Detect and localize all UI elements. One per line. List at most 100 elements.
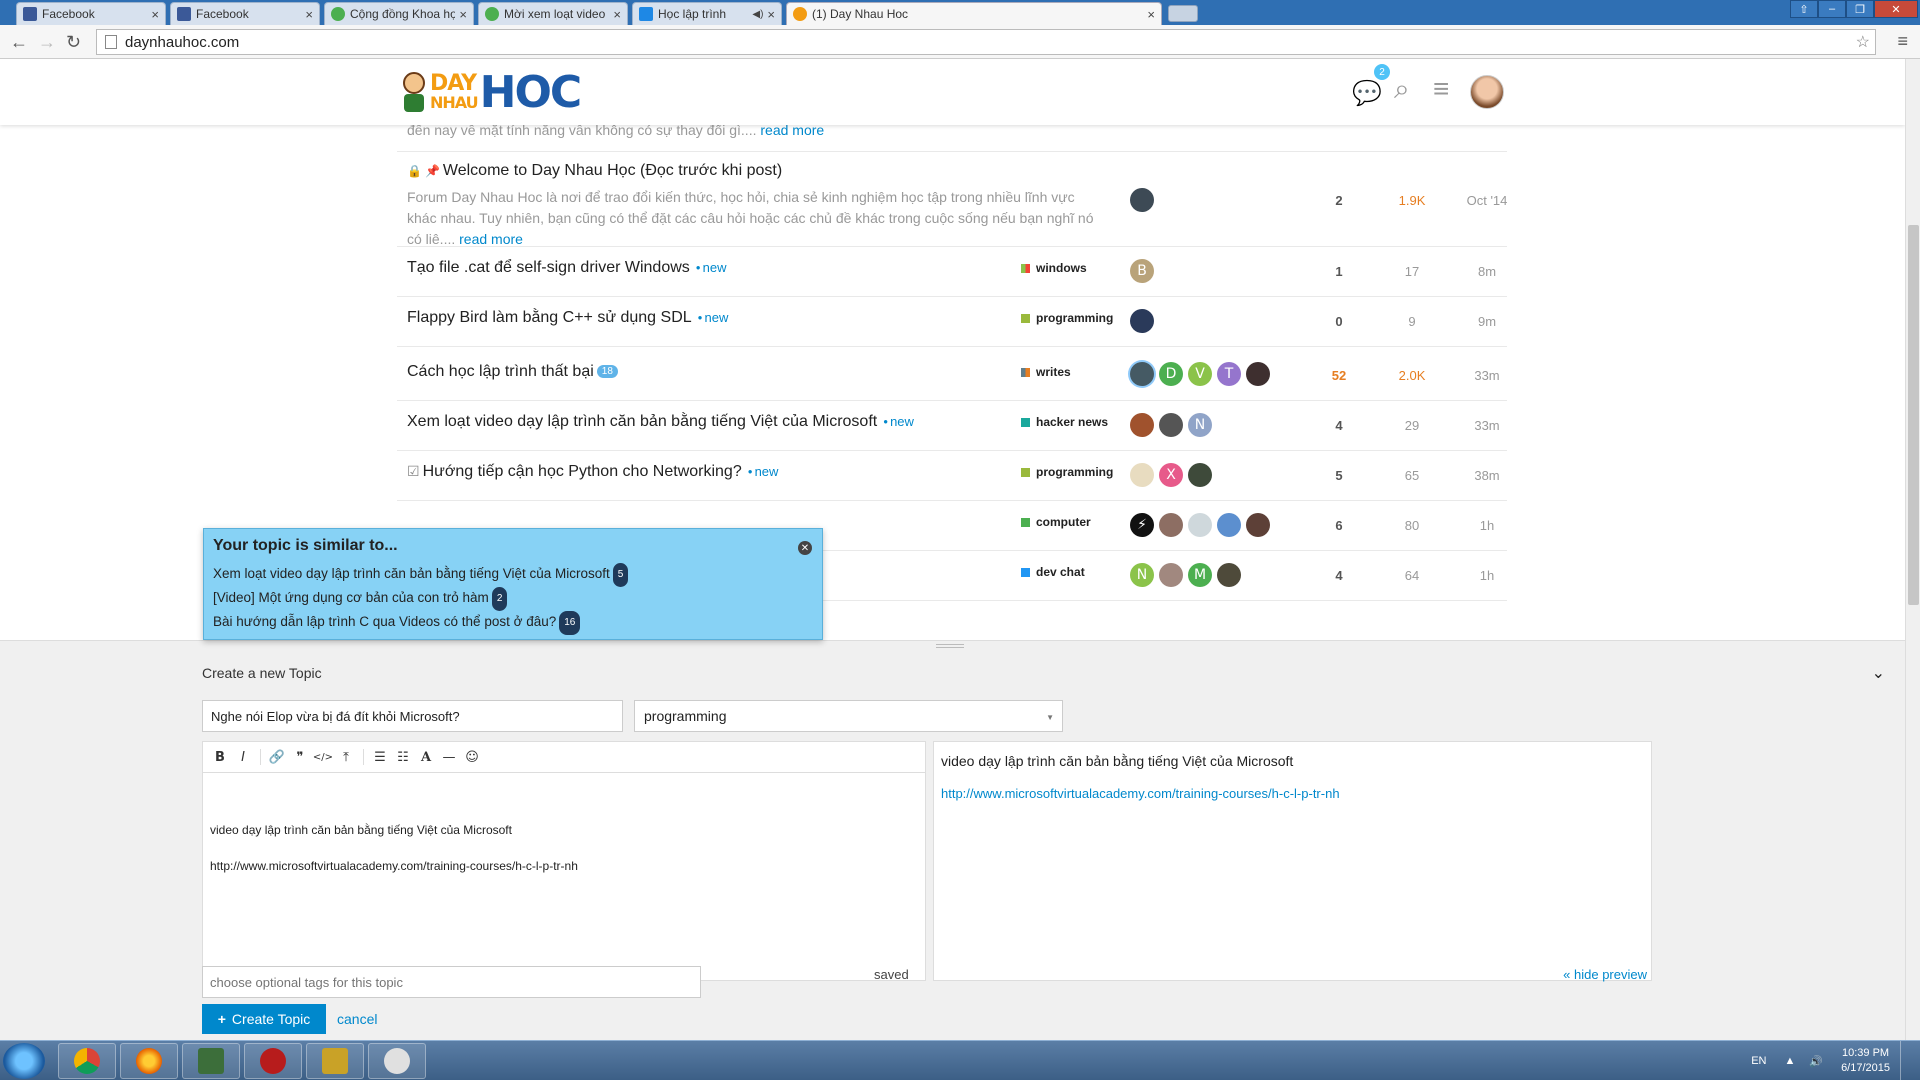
tags-input[interactable] <box>202 966 701 998</box>
taskbar-firefox[interactable] <box>120 1043 178 1079</box>
activity-time[interactable]: 8m <box>1457 264 1517 279</box>
similar-topic-item[interactable]: [Video] Một ứng dụng cơ bản của con trỏ … <box>213 587 813 611</box>
taskbar-app[interactable] <box>244 1043 302 1079</box>
forward-icon[interactable]: → <box>38 32 56 53</box>
avatar[interactable]: T <box>1217 362 1241 386</box>
read-more-link[interactable]: read more <box>459 231 523 247</box>
hide-preview-link[interactable]: « hide preview <box>1563 967 1647 982</box>
taskbar-app[interactable] <box>182 1043 240 1079</box>
new-badge[interactable]: new <box>748 464 779 479</box>
taskbar-paint[interactable] <box>368 1043 426 1079</box>
bold-icon[interactable]: B <box>209 746 231 768</box>
address-bar[interactable]: daynhauhoc.com <box>96 29 1876 55</box>
reload-icon[interactable]: ↻ <box>66 32 81 53</box>
avatar[interactable] <box>1130 413 1154 437</box>
topic-title[interactable]: Cách học lập trình thất bại 18 <box>407 363 618 381</box>
upload-icon[interactable]: ⤒ <box>335 746 357 768</box>
avatar[interactable]: N <box>1188 413 1212 437</box>
category-badge[interactable]: programming <box>1021 465 1113 479</box>
browser-tab[interactable]: Facebook × <box>16 2 166 25</box>
new-badge[interactable]: new <box>883 414 914 429</box>
unread-count-badge[interactable]: 18 <box>596 365 618 378</box>
new-badge[interactable]: new <box>698 310 729 325</box>
taskbar-chrome[interactable] <box>58 1043 116 1079</box>
resize-grip[interactable] <box>936 644 964 648</box>
close-icon[interactable]: ✕ <box>798 541 812 555</box>
tab-close-icon[interactable]: × <box>305 7 313 22</box>
emoji-icon[interactable]: ☺ <box>461 746 483 768</box>
restore-icon[interactable]: ❐ <box>1846 0 1874 18</box>
cancel-link[interactable]: cancel <box>337 1011 377 1027</box>
browser-tab[interactable]: Cộng đồng Khoa học & C × <box>324 2 474 25</box>
quote-icon[interactable]: ❞ <box>289 746 311 768</box>
avatar[interactable] <box>1246 362 1270 386</box>
avatar[interactable] <box>1246 513 1270 537</box>
code-icon[interactable]: </> <box>312 746 334 768</box>
topic-title[interactable]: ☑ Hướng tiếp cận học Python cho Networkin… <box>407 463 778 481</box>
activity-time[interactable]: 1h <box>1457 518 1517 533</box>
heading-icon[interactable]: A <box>415 746 437 768</box>
avatar[interactable] <box>1130 188 1154 212</box>
browser-tab[interactable]: Facebook × <box>170 2 320 25</box>
language-indicator[interactable]: EN <box>1751 1055 1766 1067</box>
category-badge[interactable]: windows <box>1021 261 1087 275</box>
avatar[interactable] <box>1188 513 1212 537</box>
topic-title[interactable]: Xem loạt video dạy lập trình căn bản bằn… <box>407 413 914 431</box>
bookmark-star-icon[interactable]: ☆ <box>1856 32 1870 52</box>
chat-bubble-icon[interactable]: 💬 <box>1352 79 1382 108</box>
horizontal-rule-icon[interactable]: — <box>438 746 460 768</box>
preview-link[interactable]: http://www.microsoftvirtualacademy.com/t… <box>941 786 1340 801</box>
tab-close-icon[interactable]: × <box>1147 7 1155 22</box>
start-button[interactable] <box>3 1043 45 1079</box>
chevron-down-icon[interactable]: ⌄ <box>1872 663 1885 683</box>
activity-time[interactable]: 33m <box>1457 418 1517 433</box>
back-icon[interactable]: ← <box>10 32 28 53</box>
avatar[interactable]: X <box>1159 463 1183 487</box>
scroll-thumb[interactable] <box>1908 225 1919 605</box>
activity-time[interactable]: 9m <box>1457 314 1517 329</box>
avatar[interactable] <box>1159 513 1183 537</box>
avatar[interactable]: N <box>1130 563 1154 587</box>
link-icon[interactable]: 🔗 <box>266 746 288 768</box>
avatar[interactable] <box>1217 563 1241 587</box>
tab-close-icon[interactable]: × <box>459 7 467 22</box>
category-badge[interactable]: programming <box>1021 311 1113 325</box>
show-hidden-icons-icon[interactable]: ▲ <box>1784 1055 1795 1067</box>
topic-title[interactable]: Tạo file .cat để self-sign driver Window… <box>407 259 726 277</box>
similar-topic-item[interactable]: Xem loạt video dạy lập trình căn bản bằn… <box>213 563 813 587</box>
volume-icon[interactable]: 🔊 <box>1809 1055 1823 1068</box>
avatar[interactable] <box>1159 563 1183 587</box>
site-logo[interactable]: DAY NHAU HOC <box>400 67 582 118</box>
taskbar-app[interactable] <box>306 1043 364 1079</box>
browser-tab[interactable]: Học lập trình ◀) × <box>632 2 782 25</box>
user-avatar[interactable] <box>1470 75 1504 109</box>
avatar[interactable] <box>1130 463 1154 487</box>
avatar[interactable]: B <box>1130 259 1154 283</box>
tab-close-icon[interactable]: × <box>613 7 621 22</box>
browser-tab-active[interactable]: (1) Day Nhau Hoc × <box>786 2 1162 25</box>
browser-tab[interactable]: Mời xem loạt video dạy lậ × <box>478 2 628 25</box>
search-icon[interactable]: ⌕ <box>1394 73 1410 106</box>
category-badge[interactable]: writes <box>1021 365 1071 379</box>
italic-icon[interactable]: I <box>232 746 254 768</box>
user-profile-icon[interactable]: ⇧ <box>1790 0 1818 18</box>
avatar[interactable] <box>1159 413 1183 437</box>
category-badge[interactable]: computer <box>1021 515 1091 529</box>
bullet-list-icon[interactable]: ☷ <box>392 746 414 768</box>
close-window-icon[interactable]: ✕ <box>1874 0 1918 18</box>
new-badge[interactable]: new <box>696 260 727 275</box>
category-badge[interactable]: dev chat <box>1021 565 1085 579</box>
minimize-icon[interactable]: – <box>1818 0 1846 18</box>
avatar[interactable]: ⚡ <box>1130 513 1154 537</box>
page-scrollbar[interactable] <box>1905 59 1920 1040</box>
activity-time[interactable]: 38m <box>1457 468 1517 483</box>
avatar[interactable] <box>1130 362 1154 386</box>
activity-time[interactable]: Oct '14 <box>1457 193 1517 208</box>
similar-topic-item[interactable]: Bài hướng dẫn lập trình C qua Videos có … <box>213 611 813 635</box>
topic-title[interactable]: Flappy Bird làm bằng C++ sử dụng SDLnew <box>407 309 728 327</box>
avatar[interactable] <box>1217 513 1241 537</box>
browser-menu-icon[interactable]: ≡ <box>1897 31 1908 52</box>
show-desktop-button[interactable] <box>1900 1041 1910 1080</box>
avatar[interactable] <box>1130 309 1154 333</box>
activity-time[interactable]: 33m <box>1457 368 1517 383</box>
